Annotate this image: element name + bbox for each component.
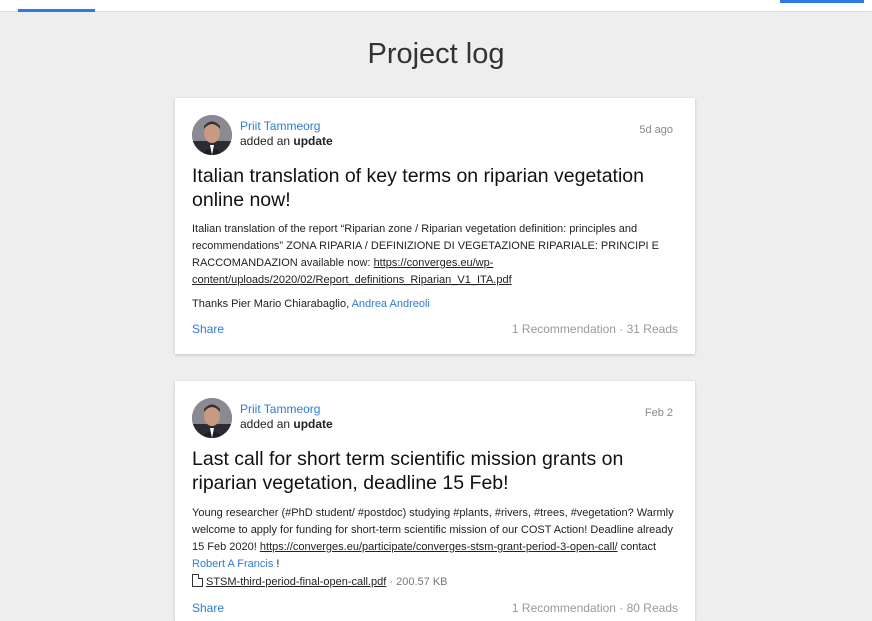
avatar-image bbox=[192, 115, 232, 155]
attachment-size: · 200.57 KB bbox=[386, 576, 448, 588]
author-name-link[interactable]: Priit Tammeorg bbox=[240, 402, 320, 416]
post-stats: 1 Recommendation · 80 Reads bbox=[511, 601, 678, 615]
post-stats: 1 Recommendation · 31 Reads bbox=[511, 322, 678, 336]
avatar[interactable] bbox=[192, 398, 232, 438]
top-navigation-bar bbox=[0, 0, 872, 12]
action-type: update bbox=[293, 417, 333, 431]
attachment-link[interactable]: STSM-third-period-final-open-call.pdf bbox=[206, 576, 386, 588]
avatar[interactable] bbox=[192, 115, 232, 155]
action-type: update bbox=[293, 134, 333, 148]
action-prefix: added an bbox=[240, 134, 294, 148]
thanks-text: Thanks Pier Mario Chiarabaglio, bbox=[192, 298, 352, 310]
attachment: STSM-third-period-final-open-call.pdf · … bbox=[192, 574, 448, 588]
page-title: Project log bbox=[367, 38, 505, 70]
post-timestamp: 5d ago bbox=[639, 124, 673, 136]
post-body-mention-link[interactable]: Robert A Francis bbox=[192, 558, 273, 570]
post-body-link[interactable]: https://converges.eu/participate/converg… bbox=[260, 541, 618, 553]
top-action-button[interactable] bbox=[780, 0, 864, 3]
post-body: Young researcher (#PhD student/ #postdoc… bbox=[192, 505, 688, 573]
share-button[interactable]: Share bbox=[192, 601, 224, 615]
action-prefix: added an bbox=[240, 417, 294, 431]
author-name-link[interactable]: Priit Tammeorg bbox=[240, 119, 320, 133]
post-card: Priit Tammeorg added an update 5d ago It… bbox=[175, 98, 695, 354]
post-title[interactable]: Italian translation of key terms on ripa… bbox=[192, 164, 682, 212]
post-card: Priit Tammeorg added an update Feb 2 Las… bbox=[175, 381, 695, 621]
post-timestamp: Feb 2 bbox=[644, 407, 673, 419]
share-button[interactable]: Share bbox=[192, 322, 224, 336]
author-action: added an update bbox=[240, 134, 333, 148]
post-body-contact: contact bbox=[617, 541, 657, 553]
post-body-end: ! bbox=[273, 558, 280, 570]
active-tab-indicator[interactable] bbox=[18, 9, 95, 12]
avatar-image bbox=[192, 398, 232, 438]
post-body: Italian translation of the report “Ripar… bbox=[192, 221, 688, 289]
file-icon bbox=[192, 574, 203, 587]
author-action: added an update bbox=[240, 417, 333, 431]
post-thanks: Thanks Pier Mario Chiarabaglio, Andrea A… bbox=[192, 298, 430, 310]
post-title[interactable]: Last call for short term scientific miss… bbox=[192, 447, 682, 495]
thanks-mention-link[interactable]: Andrea Andreoli bbox=[352, 298, 430, 310]
